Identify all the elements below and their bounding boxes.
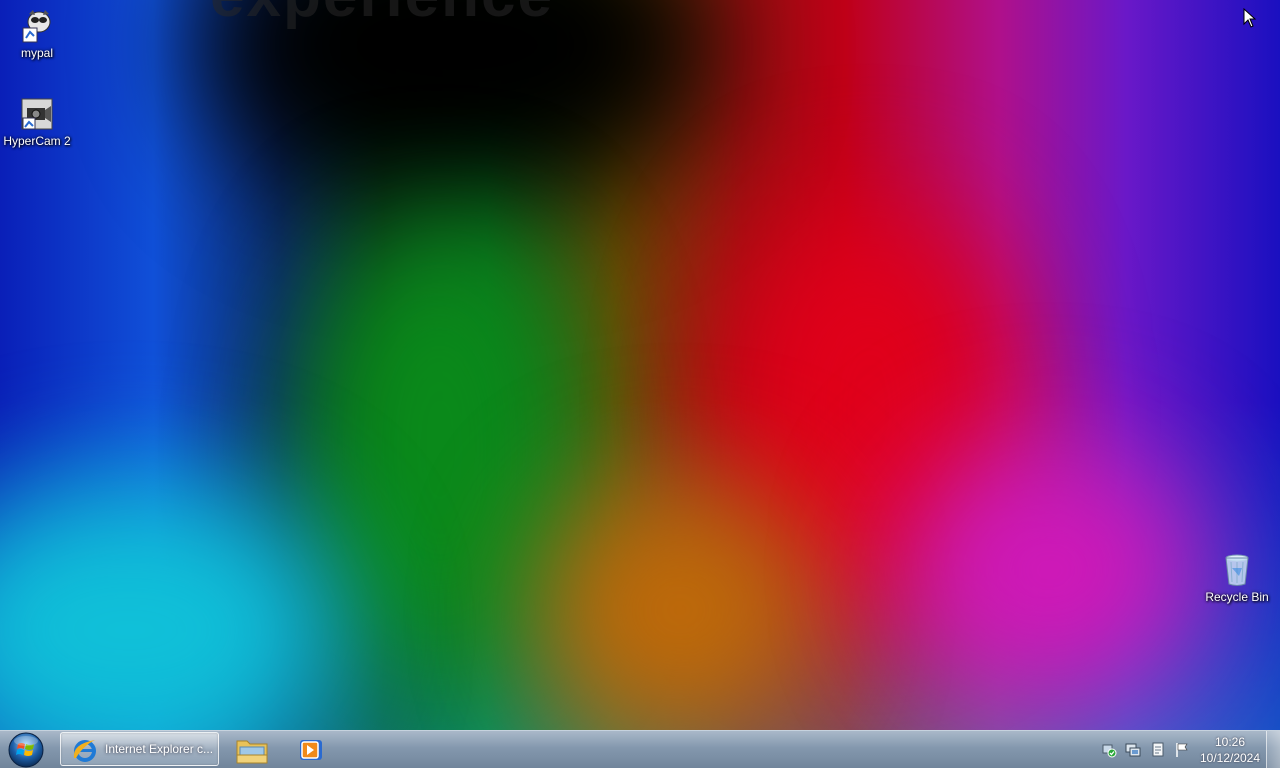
tray-action-center[interactable] [1174,742,1190,758]
wallpaper-orange-blob [540,480,820,730]
document-icon [1152,742,1164,757]
desktop-icon-recycle-bin[interactable]: Recycle Bin [1200,552,1274,604]
wallpaper-green-blob [300,220,580,680]
taskbar-button-label: Internet Explorer c... [105,742,214,756]
clock-date: 10/12/2024 [1199,751,1261,765]
desktop-icon-label: Recycle Bin [1205,590,1269,604]
media-player-icon [300,740,322,760]
start-button[interactable] [7,732,45,768]
desktop-icon-label: HyperCam 2 [3,134,71,148]
taskbar-clock[interactable]: 10:26 10/12/2024 [1198,734,1262,766]
tray-security[interactable] [1101,742,1117,758]
tray-network[interactable] [1125,742,1141,758]
mypal-browser-icon [19,8,55,44]
wallpaper-magenta-blob [900,440,1200,700]
tray-document[interactable] [1150,742,1166,758]
taskbar-button-media-player[interactable] [288,732,336,766]
show-desktop-button[interactable] [1266,731,1280,768]
taskbar: Internet Explorer c... 10:26 10/12/2024 [0,730,1280,768]
internet-explorer-icon [73,740,96,762]
action-center-flag-icon [1176,743,1188,757]
hypercam-icon [19,96,55,132]
desktop-icon-label: mypal [20,46,53,60]
mouse-cursor-icon [1243,7,1257,28]
clock-time: 10:26 [1214,735,1246,749]
wallpaper-watermark: experience [210,0,554,31]
network-icon [1125,743,1141,757]
desktop[interactable]: experience mypal [0,0,1280,730]
windows-explorer-folder-icon [236,740,268,764]
taskbar-button-internet-explorer[interactable]: Internet Explorer c... [60,732,219,766]
recycle-bin-icon [1219,552,1255,588]
security-shield-icon [1102,744,1117,758]
taskbar-button-windows-explorer[interactable] [228,732,276,766]
windows-start-orb [8,732,44,768]
desktop-icon-mypal[interactable]: mypal [0,8,74,60]
desktop-icon-hypercam[interactable]: HyperCam 2 [0,96,74,148]
